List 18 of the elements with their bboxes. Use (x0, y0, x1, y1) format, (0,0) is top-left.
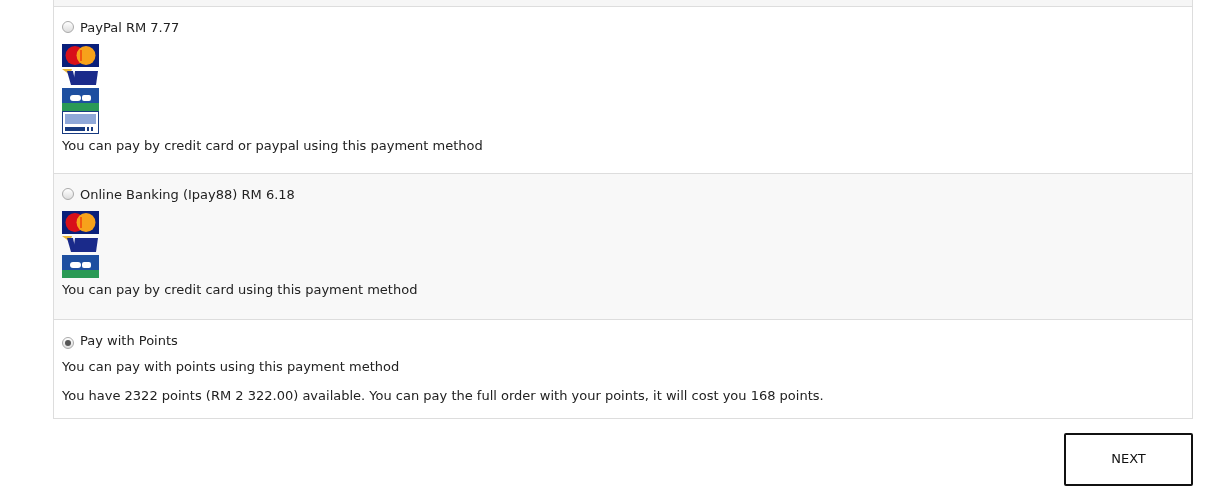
radio-button[interactable] (62, 188, 74, 200)
payment-description: You can pay by credit card or paypal using this payment method (62, 137, 483, 153)
card-stripe-icon (62, 66, 99, 88)
overlapping-circles-icon (62, 210, 99, 234)
payment-description: You can pay with points using this payment method (62, 358, 400, 374)
overlapping-circles-icon (62, 43, 99, 67)
payment-description: You can pay by credit card using this payment method (62, 281, 418, 297)
card-logo-icon (62, 87, 99, 111)
card-logo-icon (62, 110, 99, 134)
card-stripe-icon (62, 233, 99, 255)
payment-option-label[interactable]: Pay with Points (80, 333, 178, 348)
card-logo-icon (62, 254, 99, 278)
points-note: You have 2322 points (RM 2 322.00) available. You can pay the full order with your points, it will cost you 168 points. (62, 388, 824, 403)
payment-option-label[interactable]: PayPal RM 7.77 (80, 20, 180, 35)
next-button[interactable]: NEXT (1064, 432, 1193, 486)
radio-button[interactable] (62, 21, 74, 33)
radio-button[interactable] (62, 337, 74, 349)
payment-option-label[interactable]: Online Banking (Ipay88) RM 6.18 (80, 187, 295, 202)
